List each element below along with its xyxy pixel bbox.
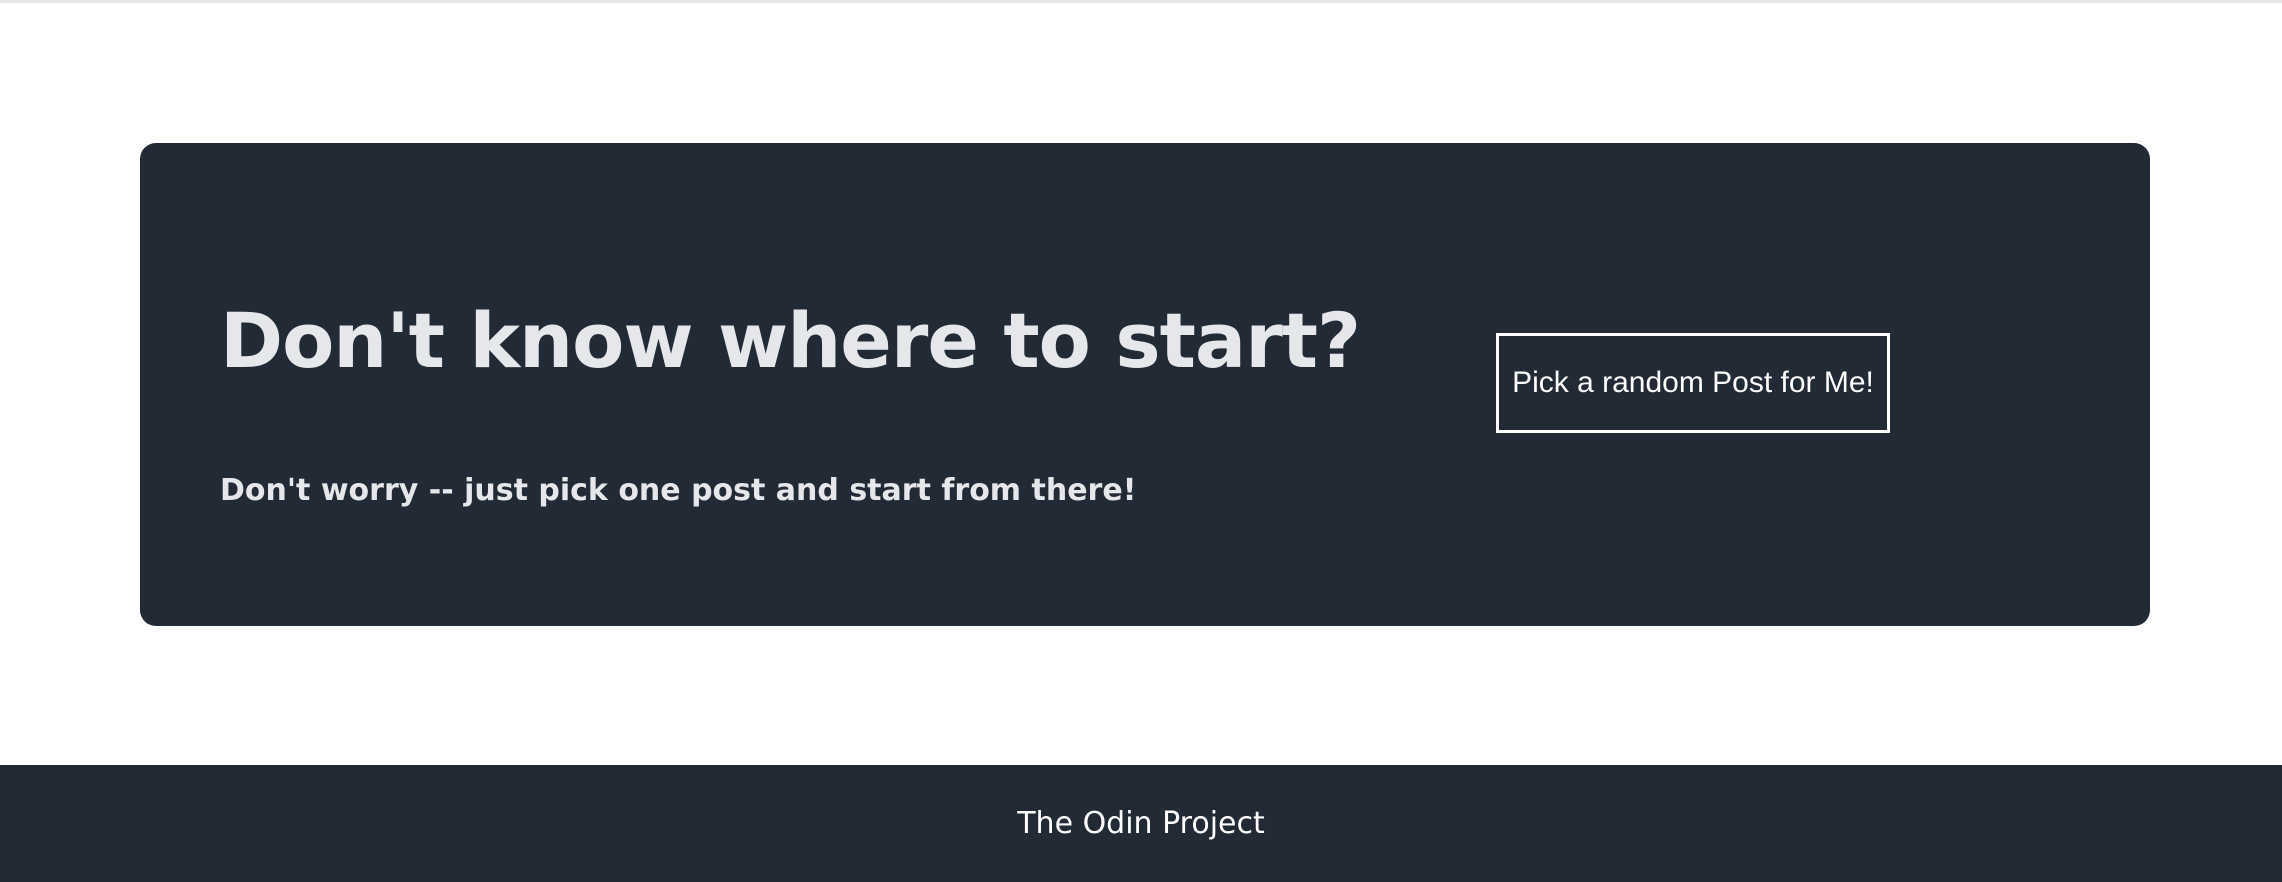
hero-title: Don't know where to start? (220, 296, 1361, 385)
hero-panel: Don't know where to start? Don't worry -… (140, 143, 2150, 626)
hero-subtitle: Don't worry -- just pick one post and st… (220, 473, 1137, 508)
random-post-button[interactable]: Pick a random Post for Me! (1496, 333, 1890, 433)
footer-text: The Odin Project (1017, 806, 1265, 841)
footer: The Odin Project (0, 765, 2282, 882)
top-divider (0, 0, 2282, 3)
